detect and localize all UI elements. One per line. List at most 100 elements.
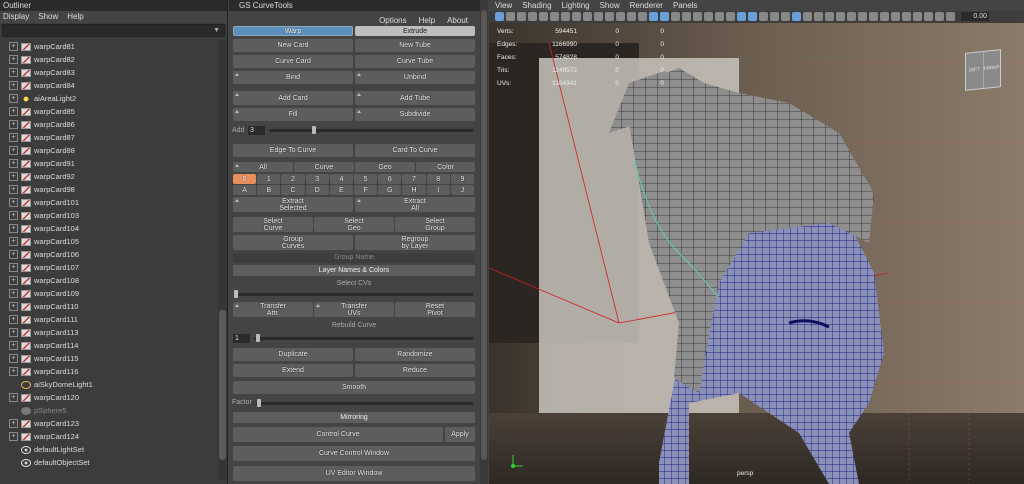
add-count-slider[interactable]	[269, 129, 473, 132]
rebuild-count-slider[interactable]	[254, 337, 473, 340]
smooth-button[interactable]: Smooth	[233, 381, 475, 394]
outliner-menu-display[interactable]: Display	[3, 11, 29, 23]
group-curves-button[interactable]: Group Curves	[233, 235, 353, 250]
expand-icon[interactable]: +	[9, 341, 18, 350]
expand-icon[interactable]: +	[9, 107, 18, 116]
outliner-item[interactable]: pSphere5	[0, 404, 218, 417]
outliner-item[interactable]: + warpCard82	[0, 53, 218, 66]
rebuild-count-field[interactable]: 1	[233, 334, 250, 343]
viewport-tool-icon[interactable]	[704, 12, 713, 21]
transfer-uvs-button[interactable]: Transfer UVs	[314, 302, 394, 317]
outliner-item[interactable]: aiSkyDomeLight1	[0, 378, 218, 391]
viewport-tool-icon[interactable]	[671, 12, 680, 21]
new-card-button[interactable]: New Card	[233, 39, 353, 52]
curve-tube-button[interactable]: Curve Tube	[355, 55, 475, 68]
randomize-button[interactable]: Randomize	[355, 348, 475, 361]
expand-icon[interactable]: +	[9, 302, 18, 311]
expand-icon[interactable]: +	[9, 42, 18, 51]
layer-button-B[interactable]: B	[257, 185, 281, 195]
outliner-item[interactable]: + warpCard81	[0, 40, 218, 53]
expand-icon[interactable]: +	[9, 393, 18, 402]
expand-icon[interactable]: +	[9, 250, 18, 259]
viewport-tool-icon[interactable]	[715, 12, 724, 21]
filter-all-button[interactable]: All	[233, 162, 293, 172]
viewport-tool-icon[interactable]	[693, 12, 702, 21]
viewport-tool-icon[interactable]	[682, 12, 691, 21]
layer-button-A[interactable]: A	[233, 185, 257, 195]
outliner-item[interactable]: + warpCard115	[0, 352, 218, 365]
filter-geo-button[interactable]: Geo	[355, 162, 415, 172]
rebuild-count-slider-handle[interactable]	[256, 334, 260, 342]
bind-button[interactable]: Bind	[233, 71, 353, 84]
expand-icon[interactable]: +	[9, 224, 18, 233]
outliner-item[interactable]: + warpCard113	[0, 326, 218, 339]
viewport-tool-icon[interactable]	[814, 12, 823, 21]
extract-selected-button[interactable]: Extract Selected	[233, 197, 353, 212]
extract-all-button[interactable]: Extract All	[355, 197, 475, 212]
outliner-item[interactable]: + warpCard114	[0, 339, 218, 352]
view-cube-left[interactable]: LEFT	[966, 52, 983, 90]
outliner-item[interactable]: + warpCard111	[0, 313, 218, 326]
expand-icon[interactable]: +	[9, 146, 18, 155]
gs-scrollbar-thumb[interactable]	[481, 10, 487, 460]
viewport-tool-icon[interactable]	[605, 12, 614, 21]
viewport-tool-icon[interactable]	[550, 12, 559, 21]
outliner-item[interactable]: + warpCard123	[0, 417, 218, 430]
expand-icon[interactable]: +	[9, 211, 18, 220]
layer-button-5[interactable]: 5	[354, 174, 378, 184]
filter-color-button[interactable]: Color	[416, 162, 475, 172]
select-cvs-slider[interactable]	[235, 293, 473, 296]
layer-button-G[interactable]: G	[378, 185, 402, 195]
outliner-item[interactable]: + warpCard120	[0, 391, 218, 404]
layer-button-D[interactable]: D	[305, 185, 329, 195]
layer-button-7[interactable]: 7	[402, 174, 426, 184]
unbind-button[interactable]: Unbind	[355, 71, 475, 84]
outliner-item[interactable]: + warpCard106	[0, 248, 218, 261]
select-group-button[interactable]: Select Group	[395, 217, 475, 232]
viewport-tool-icon[interactable]	[836, 12, 845, 21]
viewport-tool-icon[interactable]	[572, 12, 581, 21]
viewport-tool-icon[interactable]	[594, 12, 603, 21]
outliner-item[interactable]: + warpCard107	[0, 261, 218, 274]
viewport-menu-show[interactable]: Show	[600, 0, 620, 11]
warp-button[interactable]: Warp	[233, 26, 353, 36]
outliner-item[interactable]: + warpCard86	[0, 118, 218, 131]
layer-button-I[interactable]: I	[426, 185, 450, 195]
gs-scrollbar[interactable]	[480, 0, 488, 484]
factor-slider[interactable]	[256, 402, 473, 405]
expand-icon[interactable]: +	[9, 289, 18, 298]
outliner-scrollbar[interactable]	[218, 40, 227, 480]
outliner-menu-help[interactable]: Help	[67, 11, 83, 23]
viewport-menu-view[interactable]: View	[495, 0, 512, 11]
curve-control-window-button[interactable]: Curve Control Window	[233, 446, 475, 461]
expand-icon[interactable]: +	[9, 94, 18, 103]
layer-button-9[interactable]: 9	[450, 174, 474, 184]
outliner-item[interactable]: + aiAreaLight2	[0, 92, 218, 105]
viewport-tool-icon[interactable]	[616, 12, 625, 21]
outliner-item[interactable]: defaultLightSet	[0, 443, 218, 456]
viewport-tool-icon[interactable]	[638, 12, 647, 21]
transfer-attr-button[interactable]: Transfer Attr.	[233, 302, 313, 317]
expand-icon[interactable]: +	[9, 198, 18, 207]
expand-icon[interactable]: +	[9, 354, 18, 363]
layer-button-2[interactable]: 2	[281, 174, 305, 184]
layer-button-J[interactable]: J	[450, 185, 474, 195]
viewport-tool-icon[interactable]	[506, 12, 515, 21]
viewport-tool-icon[interactable]	[825, 12, 834, 21]
viewport-tool-icon[interactable]	[935, 12, 944, 21]
reduce-button[interactable]: Reduce	[355, 364, 475, 377]
layer-button-E[interactable]: E	[329, 185, 353, 195]
outliner-item[interactable]: + warpCard84	[0, 79, 218, 92]
outliner-item[interactable]: defaultObjectSet	[0, 456, 218, 469]
expand-icon[interactable]: +	[9, 133, 18, 142]
select-geo-button[interactable]: Select Geo	[314, 217, 394, 232]
outliner-item[interactable]: + warpCard110	[0, 300, 218, 313]
layer-button-0[interactable]: 0	[233, 174, 257, 184]
outliner-item[interactable]: + warpCard101	[0, 196, 218, 209]
edge-to-curve-button[interactable]: Edge To Curve	[233, 144, 353, 157]
expand-icon[interactable]: +	[9, 185, 18, 194]
viewport-tool-icon[interactable]	[946, 12, 955, 21]
expand-icon[interactable]: +	[9, 55, 18, 64]
viewport-tool-icon[interactable]	[495, 12, 504, 21]
outliner-item[interactable]: + warpCard98	[0, 183, 218, 196]
